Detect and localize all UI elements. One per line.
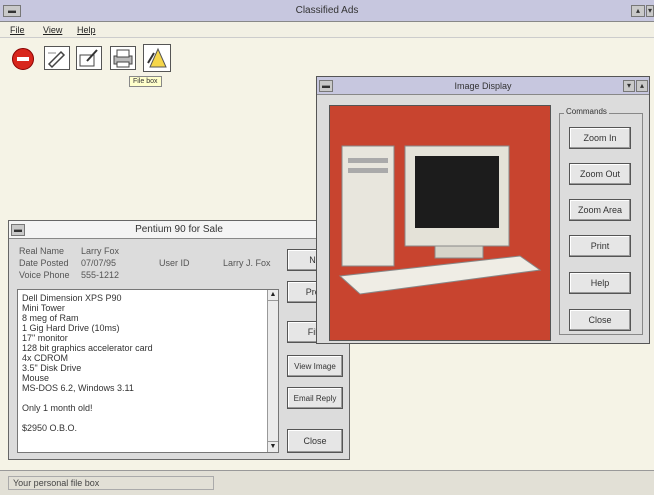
ad-line: Only 1 month old!: [22, 403, 93, 413]
ad-line: 8 meg of Ram: [22, 313, 79, 323]
close-image-button[interactable]: Close: [569, 309, 631, 331]
ad-line: [22, 393, 266, 403]
status-text-panel: Your personal file box: [8, 476, 214, 490]
ad-window-title: Pentium 90 for Sale: [135, 224, 223, 235]
image-window-system-menu[interactable]: ▬: [319, 80, 333, 92]
menu-view[interactable]: View: [43, 25, 62, 35]
real-name-label: Real Name: [19, 246, 65, 256]
ad-window-title-bar[interactable]: Pentium 90 for Sale: [9, 221, 349, 239]
ad-line: 17" monitor: [22, 333, 68, 343]
voice-phone-value: 555-1212: [81, 270, 120, 280]
email-reply-button[interactable]: Email Reply: [287, 387, 343, 409]
ad-text-scrollbar[interactable]: ▲ ▼: [267, 290, 278, 452]
file-box-icon[interactable]: [143, 44, 171, 72]
help-button[interactable]: Help: [569, 272, 631, 294]
maximize-button[interactable]: ▴: [631, 5, 645, 17]
write-ad-icon[interactable]: [76, 46, 102, 70]
menu-file[interactable]: File: [10, 25, 25, 35]
ad-line: [22, 413, 266, 423]
image-window-title: Image Display: [454, 81, 512, 91]
scroll-up-icon[interactable]: ▲: [268, 290, 278, 301]
user-id-label: User ID: [159, 258, 190, 268]
commands-label: Commands: [564, 107, 609, 116]
menu-help[interactable]: Help: [77, 25, 96, 35]
system-menu-button[interactable]: ▬: [3, 5, 21, 17]
zoom-area-button[interactable]: Zoom Area: [569, 199, 631, 221]
stop-icon[interactable]: [12, 48, 34, 70]
image-window-title-bar[interactable]: Image Display: [317, 77, 649, 95]
ad-line: Mouse: [22, 373, 50, 383]
ad-line: Mini Tower: [22, 303, 65, 313]
zoom-in-button[interactable]: Zoom In: [569, 127, 631, 149]
ad-line: 128 bit graphics accelerator card: [22, 343, 153, 353]
image-display-window: Image Display ▬ ▾ ▴ Commands Zoom In Zoo…: [316, 76, 650, 344]
minimize-button[interactable]: ▾: [646, 5, 654, 17]
app-title-bar[interactable]: Classified Ads: [0, 0, 654, 22]
printer-icon[interactable]: [110, 46, 136, 70]
ad-text-body: Dell Dimension XPS P90 Mini Tower 8 meg …: [22, 293, 266, 433]
ad-window: Pentium 90 for Sale ▬ Real Name Larry Fo…: [8, 220, 350, 460]
date-posted-value: 07/07/95: [81, 258, 117, 268]
real-name-value: Larry Fox: [81, 246, 120, 256]
voice-phone-label: Voice Phone: [19, 270, 70, 280]
toolbar-tooltip: File box: [129, 76, 162, 87]
status-text: Your personal file box: [13, 478, 100, 488]
zoom-out-button[interactable]: Zoom Out: [569, 163, 631, 185]
ad-line: Dell Dimension XPS P90: [22, 293, 122, 303]
user-id-value: Larry J. Fox: [223, 258, 271, 268]
product-photo: [329, 105, 551, 341]
status-bar: Your personal file box: [0, 470, 654, 495]
computer-illustration: [330, 106, 550, 340]
print-button[interactable]: Print: [569, 235, 631, 257]
ad-line: 4x CDROM: [22, 353, 69, 363]
ad-line: 1 Gig Hard Drive (10ms): [22, 323, 120, 333]
app-title: Classified Ads: [295, 5, 359, 16]
image-window-maximize[interactable]: ▴: [636, 80, 648, 92]
date-posted-label: Date Posted: [19, 258, 69, 268]
close-ad-button[interactable]: Close: [287, 429, 343, 453]
ad-line: $2950 O.B.O.: [22, 423, 78, 433]
image-window-minimize[interactable]: ▾: [623, 80, 635, 92]
scroll-down-icon[interactable]: ▼: [268, 441, 278, 452]
view-image-button[interactable]: View Image: [287, 355, 343, 377]
ad-window-system-menu[interactable]: ▬: [11, 224, 25, 236]
edit-document-icon[interactable]: [44, 46, 70, 70]
ad-line: MS-DOS 6.2, Windows 3.11: [22, 383, 134, 393]
ad-text-area[interactable]: Dell Dimension XPS P90 Mini Tower 8 meg …: [17, 289, 279, 453]
menu-bar: File View Help: [0, 22, 654, 38]
ad-line: 3.5" Disk Drive: [22, 363, 82, 373]
toolbar: [0, 40, 200, 74]
